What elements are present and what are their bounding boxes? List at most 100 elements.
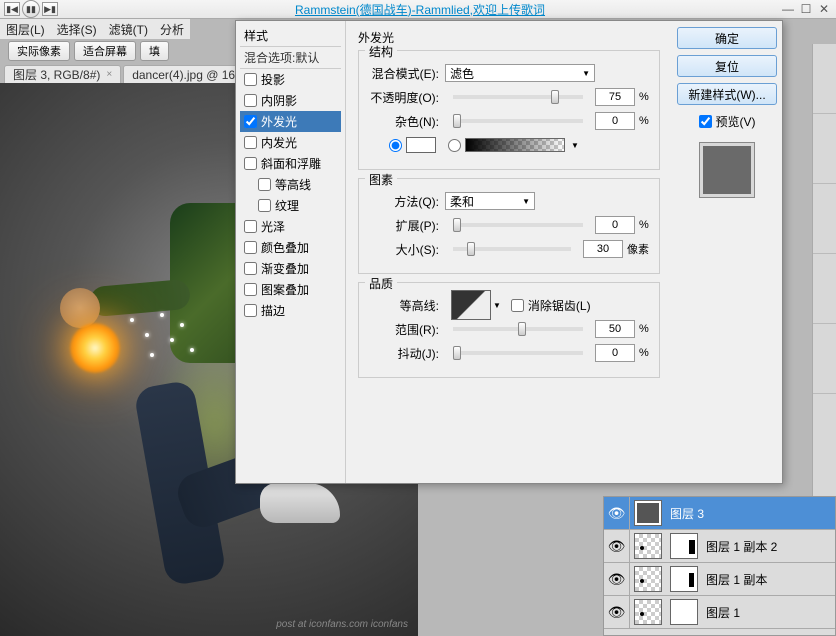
close-button[interactable]: ✕ bbox=[816, 2, 832, 16]
style-bevel[interactable]: 斜面和浮雕 bbox=[240, 153, 341, 174]
menu-filter[interactable]: 滤镜(T) bbox=[109, 21, 148, 38]
slider-thumb[interactable] bbox=[453, 114, 461, 128]
layer-row[interactable]: 👁 图层 1 bbox=[604, 596, 835, 629]
layer-thumbnail[interactable] bbox=[634, 533, 662, 559]
mask-thumbnail[interactable] bbox=[670, 533, 698, 559]
menu-analysis[interactable]: 分析 bbox=[160, 21, 184, 38]
checkbox[interactable] bbox=[244, 73, 257, 86]
checkbox[interactable] bbox=[244, 304, 257, 317]
style-label: 纹理 bbox=[275, 197, 299, 214]
size-slider[interactable] bbox=[453, 247, 571, 251]
spread-input[interactable] bbox=[595, 216, 635, 234]
prev-track-button[interactable]: ▮◀ bbox=[4, 2, 20, 16]
visibility-icon[interactable]: 👁 bbox=[604, 563, 630, 595]
contour-picker[interactable] bbox=[451, 290, 491, 320]
style-inner-glow[interactable]: 内发光 bbox=[240, 132, 341, 153]
style-label: 内发光 bbox=[261, 134, 297, 151]
slider-thumb[interactable] bbox=[467, 242, 475, 256]
opacity-slider[interactable] bbox=[453, 95, 583, 99]
jitter-input[interactable] bbox=[595, 344, 635, 362]
checkbox[interactable] bbox=[258, 199, 271, 212]
layer-row[interactable]: 👁 图层 3 bbox=[604, 497, 835, 530]
checkbox[interactable] bbox=[258, 178, 271, 191]
checkbox[interactable] bbox=[244, 241, 257, 254]
visibility-icon[interactable]: 👁 bbox=[604, 596, 630, 628]
layer-thumbnail[interactable] bbox=[634, 566, 662, 592]
style-satin[interactable]: 光泽 bbox=[240, 216, 341, 237]
preview-checkbox[interactable] bbox=[699, 115, 712, 128]
range-slider[interactable] bbox=[453, 327, 583, 331]
color-radio[interactable] bbox=[389, 139, 402, 152]
ok-button[interactable]: 确定 bbox=[677, 27, 777, 49]
mask-thumbnail[interactable] bbox=[670, 599, 698, 625]
style-texture[interactable]: 纹理 bbox=[240, 195, 341, 216]
style-stroke[interactable]: 描边 bbox=[240, 300, 341, 321]
tab-label: dancer(4).jpg @ 16 bbox=[132, 68, 235, 82]
style-outer-glow[interactable]: 外发光 bbox=[240, 111, 341, 132]
minimize-button[interactable]: — bbox=[780, 2, 796, 16]
antialias-checkbox[interactable] bbox=[511, 299, 524, 312]
style-label: 斜面和浮雕 bbox=[261, 155, 321, 172]
fill-screen-button[interactable]: 填 bbox=[140, 41, 169, 61]
doc-tab-2[interactable]: dancer(4).jpg @ 16 bbox=[123, 65, 244, 83]
gradient-radio[interactable] bbox=[448, 139, 461, 152]
layer-row[interactable]: 👁 图层 1 副本 2 bbox=[604, 530, 835, 563]
slider-thumb[interactable] bbox=[518, 322, 526, 336]
size-input[interactable] bbox=[583, 240, 623, 258]
blend-mode-combo[interactable]: 滤色▼ bbox=[445, 64, 595, 82]
layer-thumbnail[interactable] bbox=[634, 500, 662, 526]
noise-input[interactable] bbox=[595, 112, 635, 130]
menu-layer[interactable]: 图层(L) bbox=[6, 21, 45, 38]
style-gradient-overlay[interactable]: 渐变叠加 bbox=[240, 258, 341, 279]
maximize-button[interactable]: ☐ bbox=[798, 2, 814, 16]
doc-tab-1[interactable]: 图层 3, RGB/8#)× bbox=[4, 65, 121, 83]
glow-color-swatch[interactable] bbox=[406, 137, 436, 153]
style-drop-shadow[interactable]: 投影 bbox=[240, 69, 341, 90]
menu-select[interactable]: 选择(S) bbox=[57, 21, 97, 38]
style-color-overlay[interactable]: 颜色叠加 bbox=[240, 237, 341, 258]
slider-thumb[interactable] bbox=[551, 90, 559, 104]
music-player-bar: ▮◀ ▮▮ ▶▮ Rammstein(德国战车)-Rammlied,欢迎上传歌词… bbox=[0, 0, 836, 19]
checkbox[interactable] bbox=[244, 220, 257, 233]
glow-gradient-swatch[interactable] bbox=[465, 138, 565, 152]
checkbox[interactable] bbox=[244, 262, 257, 275]
right-panels-collapsed[interactable] bbox=[812, 44, 836, 496]
visibility-icon[interactable]: 👁 bbox=[604, 497, 630, 529]
layer-row[interactable]: 👁 图层 1 副本 bbox=[604, 563, 835, 596]
style-inner-shadow[interactable]: 内阴影 bbox=[240, 90, 341, 111]
style-label: 等高线 bbox=[275, 176, 311, 193]
new-style-button[interactable]: 新建样式(W)... bbox=[677, 83, 777, 105]
chevron-down-icon[interactable]: ▼ bbox=[571, 141, 579, 150]
close-icon[interactable]: × bbox=[106, 69, 112, 80]
checkbox[interactable] bbox=[244, 94, 257, 107]
checkbox[interactable] bbox=[244, 115, 257, 128]
style-contour[interactable]: 等高线 bbox=[240, 174, 341, 195]
next-track-button[interactable]: ▶▮ bbox=[42, 2, 58, 16]
checkbox[interactable] bbox=[244, 136, 257, 149]
layer-thumbnail[interactable] bbox=[634, 599, 662, 625]
slider-thumb[interactable] bbox=[453, 218, 461, 232]
slider-thumb[interactable] bbox=[453, 346, 461, 360]
blending-options-item[interactable]: 混合选项:默认 bbox=[240, 47, 341, 69]
range-input[interactable] bbox=[595, 320, 635, 338]
technique-label: 方法(Q): bbox=[369, 193, 439, 210]
song-title[interactable]: Rammstein(德国战车)-Rammlied,欢迎上传歌词 bbox=[60, 1, 780, 18]
spread-slider[interactable] bbox=[453, 223, 583, 227]
fit-screen-button[interactable]: 适合屏幕 bbox=[74, 41, 136, 61]
combo-value: 滤色 bbox=[450, 65, 474, 82]
reset-button[interactable]: 复位 bbox=[677, 55, 777, 77]
checkbox[interactable] bbox=[244, 157, 257, 170]
technique-combo[interactable]: 柔和▼ bbox=[445, 192, 535, 210]
preview-checkbox-row[interactable]: 预览(V) bbox=[699, 113, 756, 130]
jitter-slider[interactable] bbox=[453, 351, 583, 355]
noise-slider[interactable] bbox=[453, 119, 583, 123]
visibility-icon[interactable]: 👁 bbox=[604, 530, 630, 562]
options-bar: 实际像素 适合屏幕 填 bbox=[0, 39, 177, 63]
checkbox[interactable] bbox=[244, 283, 257, 296]
actual-pixels-button[interactable]: 实际像素 bbox=[8, 41, 70, 61]
mask-thumbnail[interactable] bbox=[670, 566, 698, 592]
pause-button[interactable]: ▮▮ bbox=[22, 0, 40, 18]
style-pattern-overlay[interactable]: 图案叠加 bbox=[240, 279, 341, 300]
chevron-down-icon[interactable]: ▼ bbox=[493, 301, 501, 310]
opacity-input[interactable] bbox=[595, 88, 635, 106]
